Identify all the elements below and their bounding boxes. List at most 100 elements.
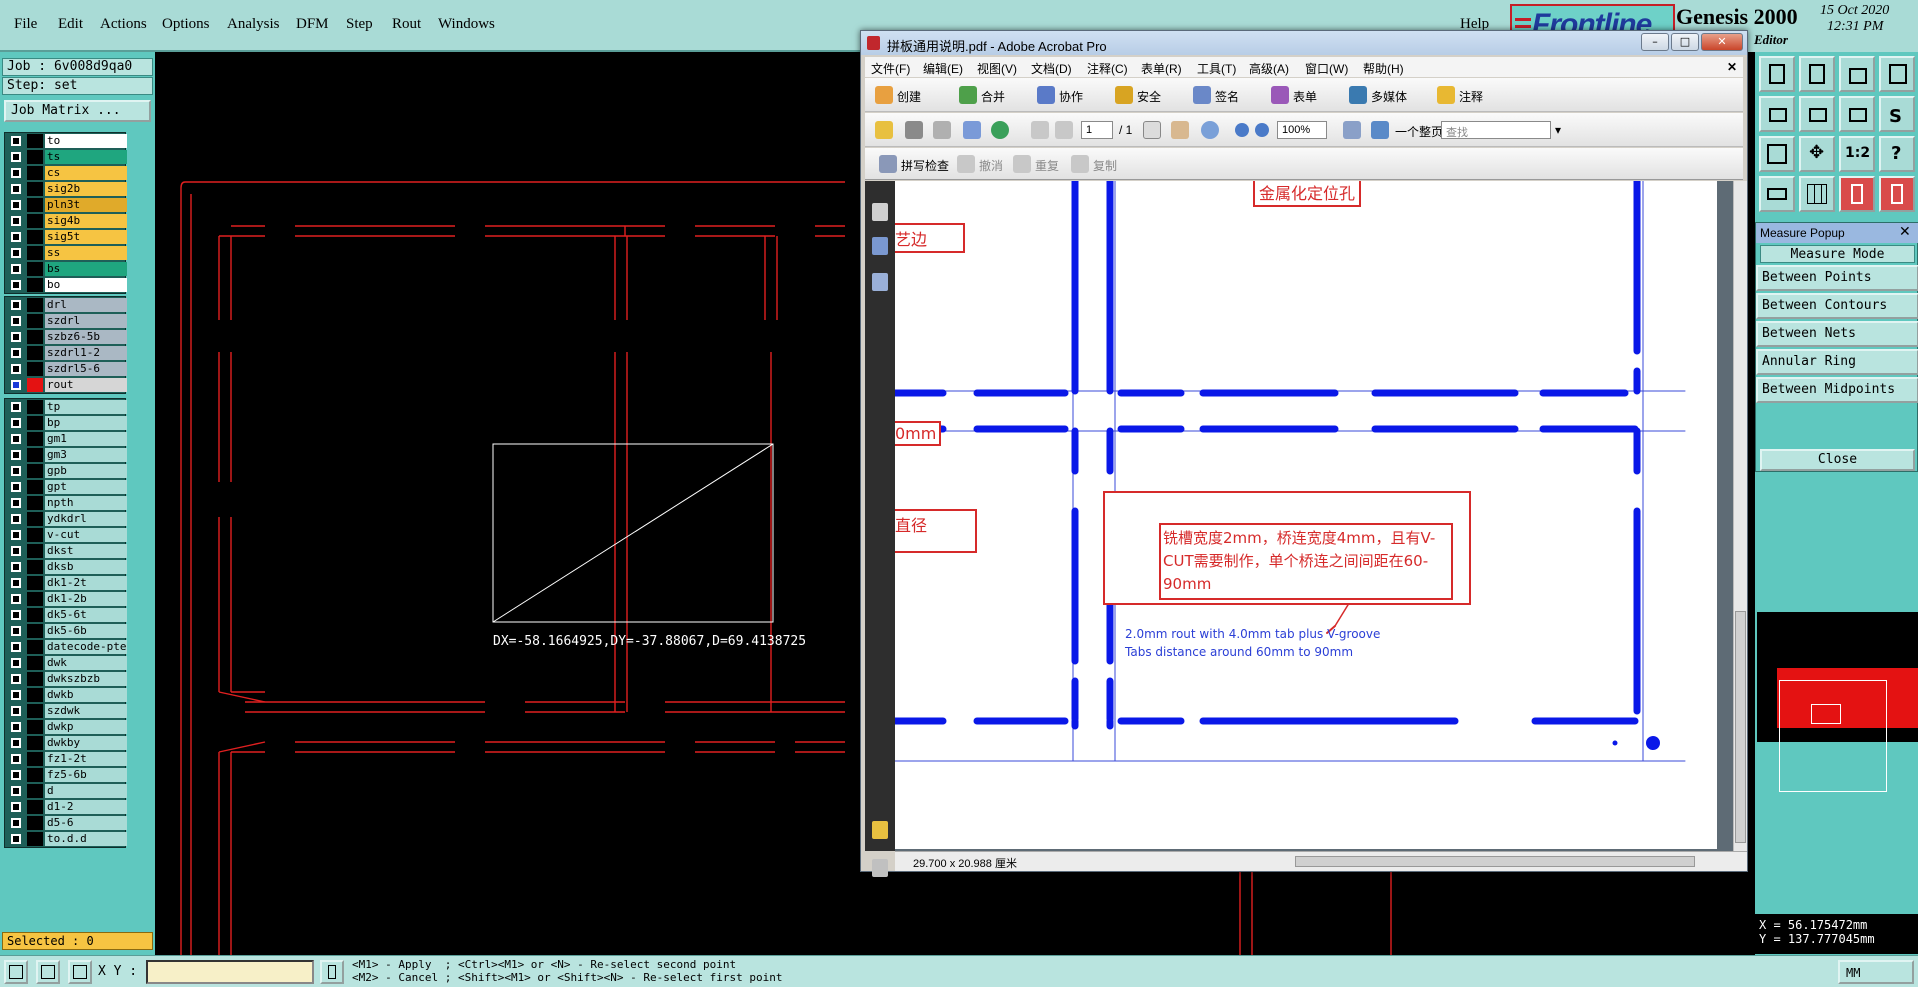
- layer-color-swatch[interactable]: [27, 592, 43, 606]
- layer-name[interactable]: szdwk: [45, 704, 127, 718]
- layer-color-swatch[interactable]: [27, 330, 43, 344]
- layer-checkbox[interactable]: [11, 264, 21, 274]
- layer-row[interactable]: rout: [5, 377, 127, 393]
- signatures-icon[interactable]: [872, 273, 888, 291]
- layer-checkbox[interactable]: [11, 348, 21, 358]
- pages-icon[interactable]: [872, 203, 888, 221]
- layer-row[interactable]: dk1-2t: [5, 575, 127, 591]
- layer-name[interactable]: ss: [45, 246, 127, 260]
- layer-row[interactable]: szbz6-5b: [5, 329, 127, 345]
- layer-row[interactable]: dk5-6t: [5, 607, 127, 623]
- layer-name[interactable]: fz1-2t: [45, 752, 127, 766]
- comment-button[interactable]: 注释: [1459, 88, 1483, 105]
- layer-checkbox[interactable]: [11, 402, 21, 412]
- menu-dfm[interactable]: DFM: [296, 16, 329, 33]
- layer-color-swatch[interactable]: [27, 816, 43, 830]
- layer-checkbox[interactable]: [11, 722, 21, 732]
- layer-row[interactable]: szdrl: [5, 313, 127, 329]
- layer-color-swatch[interactable]: [27, 736, 43, 750]
- tool-button-15[interactable]: [1839, 176, 1875, 212]
- tool-button-4[interactable]: [1879, 56, 1915, 92]
- layer-row[interactable]: dwkb: [5, 687, 127, 703]
- tool-button-13[interactable]: [1759, 176, 1795, 212]
- acro-menu-window[interactable]: 窗口(W): [1305, 60, 1348, 77]
- tool-button-7[interactable]: [1839, 96, 1875, 132]
- layer-row[interactable]: fz5-6b: [5, 767, 127, 783]
- layer-checkbox[interactable]: [11, 770, 21, 780]
- layer-checkbox[interactable]: [11, 280, 21, 290]
- layer-checkbox[interactable]: [11, 316, 21, 326]
- layer-row[interactable]: drl: [5, 297, 127, 313]
- layer-checkbox[interactable]: [11, 450, 21, 460]
- zoom-tool-icon[interactable]: [1201, 121, 1219, 139]
- tool-button-12[interactable]: ?: [1879, 136, 1915, 172]
- layer-checkbox[interactable]: [11, 642, 21, 652]
- layer-row[interactable]: szdrl1-2: [5, 345, 127, 361]
- layer-checkbox[interactable]: [11, 610, 21, 620]
- layer-color-swatch[interactable]: [27, 464, 43, 478]
- menu-rout[interactable]: Rout: [392, 16, 421, 33]
- layer-color-swatch[interactable]: [27, 800, 43, 814]
- layer-name[interactable]: dk1-2t: [45, 576, 127, 590]
- layer-name[interactable]: gpt: [45, 480, 127, 494]
- acro-menu-comment[interactable]: 注释(C): [1087, 60, 1128, 77]
- layer-name[interactable]: d5-6: [45, 816, 127, 830]
- layer-row[interactable]: dwk: [5, 655, 127, 671]
- layer-row[interactable]: d1-2: [5, 799, 127, 815]
- layer-color-swatch[interactable]: [27, 688, 43, 702]
- layer-checkbox[interactable]: [11, 300, 21, 310]
- fit-width-icon[interactable]: [1343, 121, 1361, 139]
- layer-name[interactable]: npth: [45, 496, 127, 510]
- xy-input[interactable]: [146, 960, 314, 984]
- layer-checkbox[interactable]: [11, 332, 21, 342]
- layer-checkbox[interactable]: [11, 136, 21, 146]
- open-folder-icon[interactable]: [875, 121, 893, 139]
- layer-row[interactable]: v-cut: [5, 527, 127, 543]
- job-matrix-button[interactable]: Job Matrix ...: [4, 100, 151, 122]
- layer-row[interactable]: d5-6: [5, 815, 127, 831]
- layer-row[interactable]: dwkszbzb: [5, 671, 127, 687]
- tool-button-1[interactable]: [1759, 56, 1795, 92]
- layer-name[interactable]: datecode-pte: [45, 640, 127, 654]
- tool-button-8[interactable]: S: [1879, 96, 1915, 132]
- layer-name[interactable]: sig2b: [45, 182, 127, 196]
- layer-name[interactable]: dk5-6b: [45, 624, 127, 638]
- layer-color-swatch[interactable]: [27, 150, 43, 164]
- layer-row[interactable]: szdrl5-6: [5, 361, 127, 377]
- layer-name[interactable]: gpb: [45, 464, 127, 478]
- combine-button[interactable]: 合并: [981, 88, 1005, 105]
- menu-analysis[interactable]: Analysis: [227, 16, 280, 33]
- copy-button[interactable]: 复制: [1093, 157, 1117, 174]
- layer-name[interactable]: dwkb: [45, 688, 127, 702]
- layer-color-swatch[interactable]: [27, 560, 43, 574]
- layer-checkbox[interactable]: [11, 418, 21, 428]
- doc-close-icon[interactable]: ✕: [1727, 60, 1737, 74]
- status-button-2[interactable]: [36, 960, 60, 984]
- tool-button-10[interactable]: ✥: [1799, 136, 1835, 172]
- layer-row[interactable]: gpb: [5, 463, 127, 479]
- layer-name[interactable]: dk5-6t: [45, 608, 127, 622]
- menu-actions[interactable]: Actions: [100, 16, 147, 33]
- layer-color-swatch[interactable]: [27, 832, 43, 846]
- layer-name[interactable]: sig4b: [45, 214, 127, 228]
- layer-color-swatch[interactable]: [27, 378, 43, 392]
- security-button[interactable]: 安全: [1137, 88, 1161, 105]
- layer-color-swatch[interactable]: [27, 656, 43, 670]
- status-button-3[interactable]: [68, 960, 92, 984]
- layer-checkbox[interactable]: [11, 706, 21, 716]
- comments-icon[interactable]: [872, 821, 888, 839]
- layer-name[interactable]: fz5-6b: [45, 768, 127, 782]
- layer-name[interactable]: dk1-2b: [45, 592, 127, 606]
- layer-checkbox[interactable]: [11, 674, 21, 684]
- layer-name[interactable]: dwk: [45, 656, 127, 670]
- menu-step[interactable]: Step: [346, 16, 373, 33]
- mode-annular-ring[interactable]: Annular Ring: [1756, 349, 1918, 375]
- layer-checkbox[interactable]: [11, 562, 21, 572]
- layer-row[interactable]: bp: [5, 415, 127, 431]
- layer-name[interactable]: dkst: [45, 544, 127, 558]
- acro-menu-document[interactable]: 文档(D): [1031, 60, 1072, 77]
- layer-color-swatch[interactable]: [27, 496, 43, 510]
- fit-page-button[interactable]: 一个整页: [1395, 123, 1443, 140]
- layer-checkbox[interactable]: [11, 168, 21, 178]
- measure-close-button[interactable]: Close: [1760, 449, 1915, 471]
